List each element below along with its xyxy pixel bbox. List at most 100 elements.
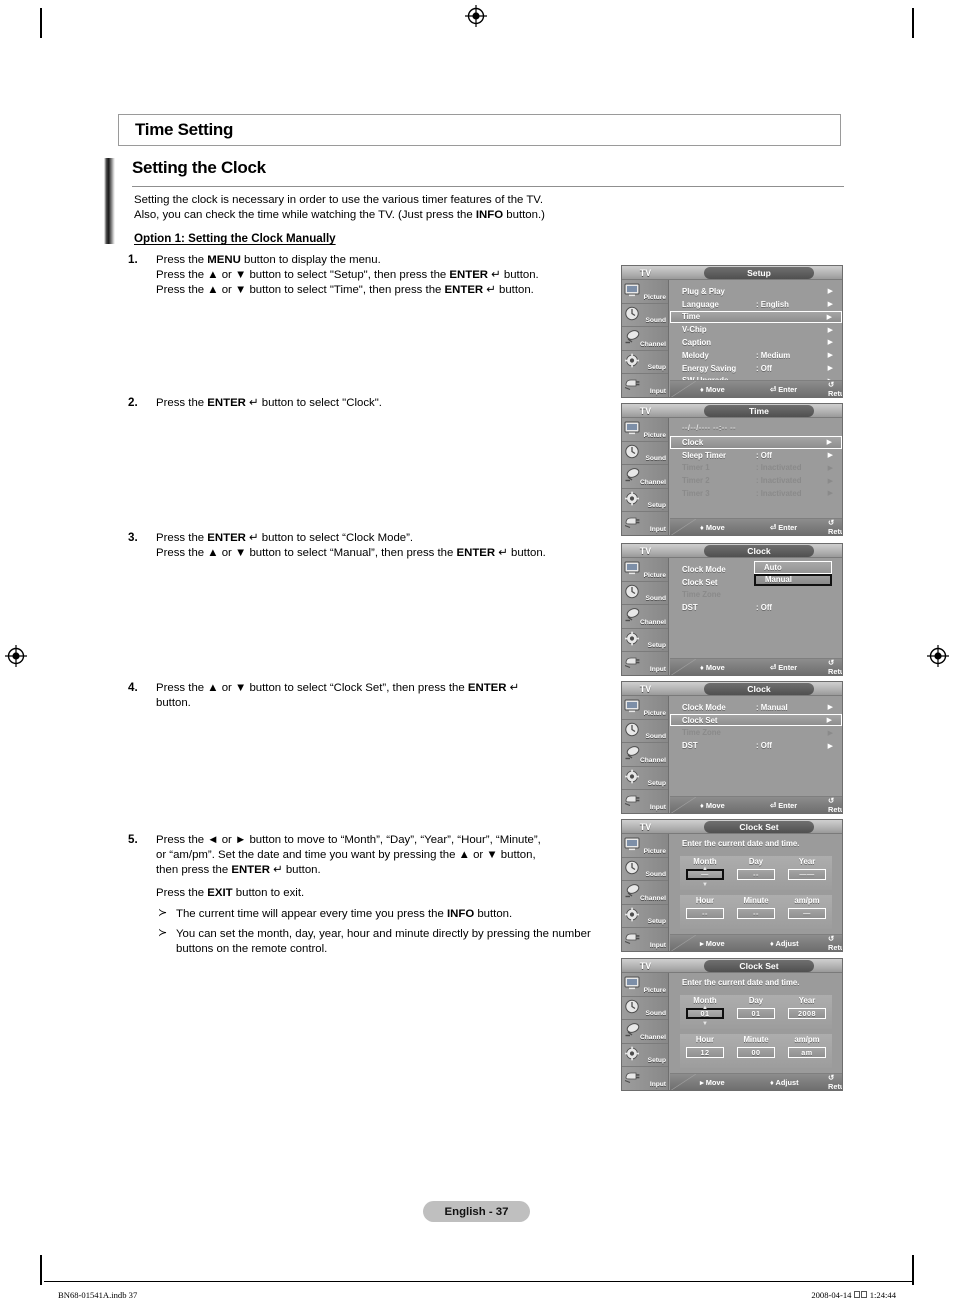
osd-menu-row[interactable]: Caption ▶ (670, 336, 842, 349)
osd-clock-mode-menu[interactable]: TV Clock Picture Sound Channel Setup Input Cloc… (621, 543, 843, 676)
clock-set-field-value[interactable]: 01 (737, 1008, 775, 1019)
clock-set-field-value[interactable]: am (788, 1047, 826, 1058)
chevron-right-icon: ▶ (826, 717, 832, 725)
osd-clock-set-empty[interactable]: TV Clock Set Picture Sound Channel Setup Input… (621, 819, 843, 952)
osd-menu-row[interactable]: Clock Set ▶ (670, 713, 842, 727)
osd-sidebar-item-input[interactable]: Input (622, 1067, 668, 1090)
clock-set-field-month[interactable]: Month ▲ — ▼ (680, 856, 730, 890)
clock-set-field-value[interactable]: 12 (686, 1047, 724, 1058)
osd-dropdown-option-auto[interactable]: Auto (754, 561, 832, 574)
osd-sidebar-item-channel[interactable]: Channel (622, 327, 668, 351)
osd-sidebar-item-channel[interactable]: Channel (622, 743, 668, 767)
channel-icon (624, 1022, 641, 1037)
osd-menu-row[interactable]: Plug & Play ▶ (670, 285, 842, 298)
down-arrow-icon: ▼ (702, 882, 708, 888)
osd-menu-row[interactable]: V-Chip ▶ (670, 323, 842, 336)
osd-menu-row[interactable]: Melody: Medium ▶ (670, 349, 842, 362)
osd-sidebar-item-sound[interactable]: Sound (622, 720, 668, 744)
osd-setup-menu[interactable]: TV Setup Picture Sound Channel Setup Input Plug… (621, 265, 843, 398)
clock-set-field-hour[interactable]: Hour -- (680, 895, 730, 929)
clock-set-field-hour[interactable]: Hour 12 (680, 1034, 730, 1068)
osd-sidebar-item-setup[interactable]: Setup (622, 905, 668, 929)
osd-sidebar-item-sound[interactable]: Sound (622, 997, 668, 1021)
osd-title: Clock (747, 684, 771, 694)
osd-sidebar-item-channel[interactable]: Channel (622, 881, 668, 905)
osd-clock-set-select-menu[interactable]: TV Clock Picture Sound Channel Setup Input Cloc… (621, 681, 843, 814)
crop-mark-bottom-right (912, 1255, 914, 1285)
clock-set-field-day[interactable]: Day -- (731, 856, 781, 890)
osd-sidebar-item-input[interactable]: Input (622, 652, 668, 675)
crop-mark-bottom-left (40, 1255, 42, 1285)
picture-icon (624, 560, 641, 575)
osd-time-menu[interactable]: TV Time Picture Sound Channel Setup Input --/--… (621, 403, 843, 536)
osd-menu-row[interactable]: Clock Mode: Manual ▶ (670, 701, 842, 714)
osd-dropdown-option-manual[interactable]: Manual (754, 573, 832, 586)
osd-title-pill: Clock (704, 545, 814, 557)
step-number: 1. (128, 253, 138, 266)
osd-sidebar-item-channel[interactable]: Channel (622, 1020, 668, 1044)
clock-set-field-minute[interactable]: Minute -- (731, 895, 781, 929)
channel-icon (624, 467, 641, 482)
sound-icon (624, 584, 641, 599)
osd-hint-slash (670, 797, 696, 813)
osd-menu-row[interactable]: DST: Off ▶ (670, 739, 842, 752)
clock-set-field-year[interactable]: Year 2008 (782, 995, 832, 1029)
osd-menu-row[interactable]: Timer 1: Inactivated ▶ (670, 462, 842, 475)
osd-sidebar-item-setup[interactable]: Setup (622, 351, 668, 375)
osd-clock-mode-dropdown[interactable]: Auto Manual (754, 561, 832, 586)
osd-sidebar-item-setup[interactable]: Setup (622, 767, 668, 791)
osd-sidebar-item-setup[interactable]: Setup (622, 1044, 668, 1068)
clock-set-field-value[interactable]: -- (686, 908, 724, 919)
clock-set-field-value[interactable]: —— (788, 869, 826, 880)
channel-icon (624, 607, 641, 622)
osd-sidebar-item-channel[interactable]: Channel (622, 605, 668, 629)
osd-menu-row[interactable]: Energy Saving: Off ▶ (670, 362, 842, 375)
osd-sidebar-item-picture[interactable]: Picture (622, 558, 668, 582)
osd-sidebar-item-picture[interactable]: Picture (622, 696, 668, 720)
osd-sidebar-item-input[interactable]: Input (622, 512, 668, 535)
osd-sidebar-item-input[interactable]: Input (622, 928, 668, 951)
osd-menu-row[interactable]: Time Zone ▶ (670, 727, 842, 740)
osd-menu-row[interactable]: Language: English ▶ (670, 298, 842, 311)
step-text: Press the ENTER ↵ button to select “Cloc… (156, 531, 618, 561)
clock-set-field-year[interactable]: Year —— (782, 856, 832, 890)
osd-menu-row[interactable]: Timer 3: Inactivated ▶ (670, 487, 842, 500)
osd-menu-row[interactable]: Timer 2: Inactivated ▶ (670, 474, 842, 487)
osd-sidebar-item-picture[interactable]: Picture (622, 834, 668, 858)
osd-sidebar-item-setup[interactable]: Setup (622, 629, 668, 653)
osd-menu-row[interactable]: Time ▶ (670, 310, 842, 324)
osd-menu-row[interactable]: Time Zone (670, 589, 842, 602)
osd-sidebar-item-sound[interactable]: Sound (622, 442, 668, 466)
osd-sidebar-item-sound[interactable]: Sound (622, 858, 668, 882)
osd-sidebar-label: Setup (647, 502, 666, 510)
step-line: Press the ◄ or ► button to move to “Mont… (156, 834, 541, 846)
clock-set-field-am-pm[interactable]: am/pm am (782, 1034, 832, 1068)
channel-icon (624, 745, 641, 760)
osd-sidebar-item-channel[interactable]: Channel (622, 465, 668, 489)
clock-set-field-value[interactable]: 2008 (788, 1008, 826, 1019)
clock-set-field-minute[interactable]: Minute 00 (731, 1034, 781, 1068)
clock-set-field-label: Hour (695, 896, 715, 905)
clock-set-field-value[interactable]: 00 (737, 1047, 775, 1058)
osd-menu-row[interactable]: DST: Off (670, 601, 842, 614)
osd-menu-row[interactable]: Clock ▶ (670, 436, 842, 449)
osd-sidebar-item-setup[interactable]: Setup (622, 489, 668, 513)
osd-menu-row[interactable]: Sleep Timer: Off ▶ (670, 449, 842, 462)
clock-set-field-month[interactable]: Month ▲ 01 ▼ (680, 995, 730, 1029)
clock-set-field-value[interactable]: -- (737, 908, 775, 919)
sound-icon (624, 722, 641, 737)
osd-sidebar-item-input[interactable]: Input (622, 374, 668, 397)
osd-sidebar-item-sound[interactable]: Sound (622, 582, 668, 606)
osd-sidebar-item-sound[interactable]: Sound (622, 304, 668, 328)
step-line: Press the ▲ or ▼ button to select "Time"… (156, 284, 534, 297)
osd-sidebar-item-picture[interactable]: Picture (622, 418, 668, 442)
osd-sidebar-item-picture[interactable]: Picture (622, 973, 668, 997)
osd-sidebar-item-picture[interactable]: Picture (622, 280, 668, 304)
osd-tv-label: TV (639, 822, 652, 832)
clock-set-field-value[interactable]: — (788, 908, 826, 919)
osd-clock-set-filled[interactable]: TV Clock Set Picture Sound Channel Setup Input… (621, 958, 843, 1091)
osd-sidebar-item-input[interactable]: Input (622, 790, 668, 813)
clock-set-field-am-pm[interactable]: am/pm — (782, 895, 832, 929)
clock-set-field-value[interactable]: -- (737, 869, 775, 880)
clock-set-field-day[interactable]: Day 01 (731, 995, 781, 1029)
